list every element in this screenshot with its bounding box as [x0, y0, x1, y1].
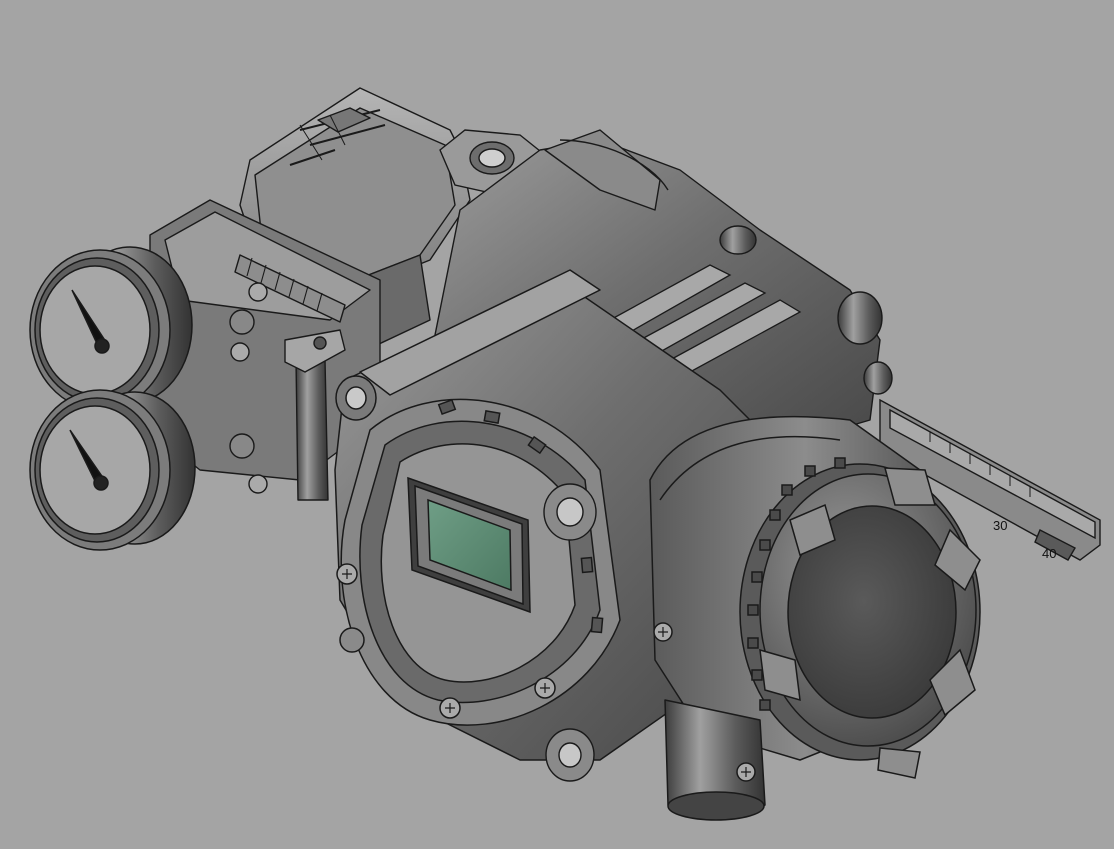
scene: 30 40: [0, 0, 1114, 844]
positioner-illustration: 30 40: [29, 87, 1101, 821]
pressure-gauge-upper: [29, 246, 193, 411]
scale-label-40: 40: [1042, 546, 1056, 561]
pressure-gauge-lower: [29, 389, 196, 551]
scale-label-30: 30: [993, 518, 1007, 533]
